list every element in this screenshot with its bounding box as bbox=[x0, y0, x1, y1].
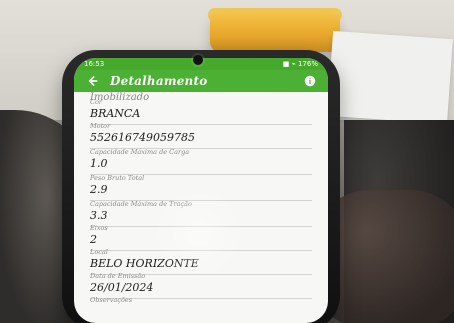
field-value: 1.0 bbox=[90, 157, 108, 170]
paper-sheet bbox=[327, 30, 453, 125]
back-arrow-icon[interactable] bbox=[84, 73, 100, 89]
field-label: Observações bbox=[90, 296, 133, 304]
phone-screen: 16:53 ■ ⌁ 176% Detalhamento Imobilizado … bbox=[74, 58, 328, 323]
field-cor: Cor BRANCA bbox=[90, 98, 312, 125]
field-value: 2 bbox=[90, 233, 97, 246]
field-value: BRANCA bbox=[90, 107, 141, 120]
field-capacidade-tracao: Capacidade Máxima de Tração 3.3 bbox=[90, 200, 312, 227]
field-motor: Motor 552616749059785 bbox=[90, 122, 312, 149]
field-label: Capacidade Máxima de Carga bbox=[90, 148, 190, 156]
field-label: Motor bbox=[90, 122, 111, 130]
field-label: Peso Bruto Total bbox=[90, 174, 145, 182]
field-value: BELO HORIZONTE bbox=[90, 257, 199, 270]
field-observacoes: Observações bbox=[90, 296, 312, 305]
yellow-jar bbox=[210, 12, 340, 52]
field-label: Data de Emissão bbox=[90, 272, 146, 280]
field-value: 26/01/2024 bbox=[90, 281, 154, 294]
field-label: Eixos bbox=[90, 224, 108, 232]
page-title: Detalhamento bbox=[110, 74, 208, 88]
photo-scene: 16:53 ■ ⌁ 176% Detalhamento Imobilizado … bbox=[0, 0, 454, 323]
field-label: Capacidade Máxima de Tração bbox=[90, 200, 192, 208]
field-peso-bruto: Peso Bruto Total 2.9 bbox=[90, 174, 312, 201]
status-time: 16:53 bbox=[84, 60, 105, 68]
field-capacidade-carga: Capacidade Máxima de Carga 1.0 bbox=[90, 148, 312, 175]
app-bar: Detalhamento bbox=[74, 70, 328, 92]
field-data-emissao: Data de Emissão 26/01/2024 bbox=[90, 272, 312, 299]
field-value: 2.9 bbox=[90, 183, 108, 196]
camera-hole bbox=[193, 55, 203, 65]
status-right: ■ ⌁ 176% bbox=[282, 60, 318, 68]
field-local: Local BELO HORIZONTE bbox=[90, 248, 312, 275]
field-value: 552616749059785 bbox=[90, 131, 195, 144]
field-value: 3.3 bbox=[90, 209, 108, 222]
field-label: Cor bbox=[90, 98, 102, 106]
detail-content: Imobilizado Cor BRANCA Motor 55261674905… bbox=[74, 92, 328, 323]
field-label: Local bbox=[90, 248, 108, 256]
field-eixos: Eixos 2 bbox=[90, 224, 312, 251]
info-icon[interactable] bbox=[302, 73, 318, 89]
